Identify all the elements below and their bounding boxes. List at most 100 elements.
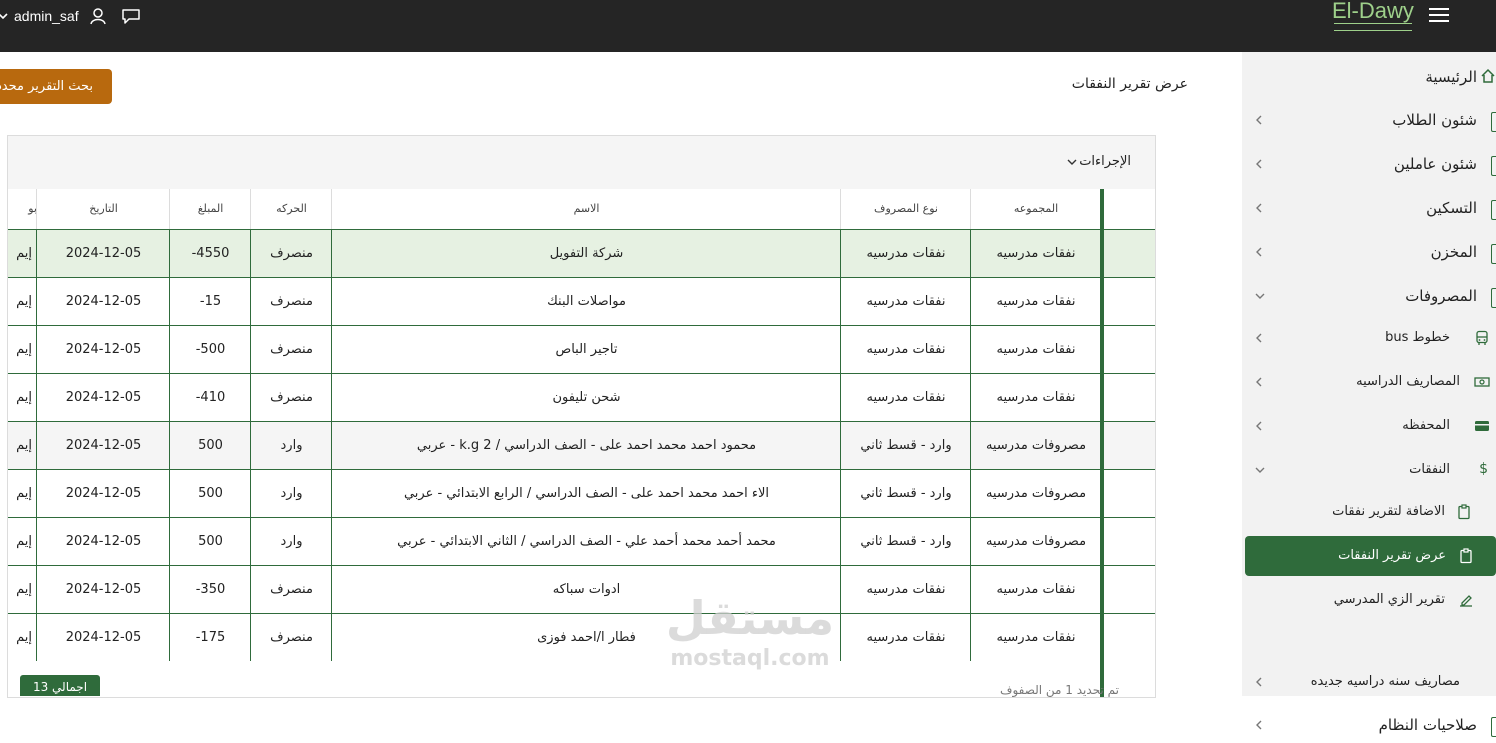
chevron-down-icon: [1255, 467, 1265, 473]
page-title: عرض تقرير النفقات: [1071, 76, 1188, 92]
table-cell: نفقات مدرسيه: [840, 326, 971, 373]
home-icon: [1481, 68, 1495, 83]
sidebar-item-label: خطوط bus: [1385, 330, 1450, 345]
sidebar-subitem-tuition[interactable]: المصاريف الدراسيه: [1242, 364, 1496, 400]
folder-icon: [1491, 244, 1496, 264]
sidebar-subitem-spending[interactable]: النفقات $: [1242, 452, 1496, 488]
table-cell: وارد: [250, 470, 332, 517]
table-cell: نفقات مدرسيه: [970, 230, 1101, 277]
table-row[interactable]: مصروفات مدرسيه وارد - قسط ثاني محمد أحمد م…: [8, 517, 1155, 566]
table-cell: 2024-12-05: [36, 470, 170, 517]
table-cell: نفقات مدرسيه: [970, 326, 1101, 373]
logo[interactable]: El-Dawy: [1332, 0, 1414, 34]
table-cell: نفقات مدرسيه: [970, 374, 1101, 421]
table-cell: 2024-12-05: [36, 518, 170, 565]
sidebar-subitem-add-spending-report[interactable]: الاضافة لتقرير نفقات: [1242, 494, 1496, 530]
bus-icon: [1476, 330, 1488, 345]
chevron-down-icon[interactable]: [0, 10, 8, 22]
table-cell: 2024-12-05: [36, 278, 170, 325]
table-cell: مواصلات البنك: [331, 278, 841, 325]
chevron-left-icon: [1256, 115, 1262, 125]
sidebar-item-label: النفقات: [1409, 462, 1450, 477]
table-cell: -175: [169, 614, 251, 661]
column-header[interactable]: الحركه: [250, 189, 332, 229]
dollar-icon: $: [1479, 461, 1488, 477]
table-cell: منصرف: [250, 230, 332, 277]
sidebar-item-label: التسكين: [1426, 199, 1477, 217]
expenses-table-panel: الإجراءات المجموعه نوع المصروف الاسم الح…: [7, 135, 1156, 698]
table-cell: وارد - قسط ثاني: [840, 422, 971, 469]
table-cell: مصروفات مدرسيه: [970, 470, 1101, 517]
column-header[interactable]: نوع المصروف: [840, 189, 971, 229]
table-cell: -15: [169, 278, 251, 325]
column-header[interactable]: الاسم: [331, 189, 841, 229]
wallet-icon: [1475, 421, 1489, 431]
sidebar-item-label: المصاريف الدراسيه: [1356, 374, 1460, 389]
sidebar-item-housing[interactable]: التسكين: [1242, 190, 1496, 226]
table-row[interactable]: نفقات مدرسيه نفقات مدرسيه مواصلات البنك منص…: [8, 277, 1155, 326]
chat-icon[interactable]: [121, 7, 141, 25]
sidebar-item-expenses[interactable]: المصروفات: [1242, 278, 1496, 314]
logo-underline: [1334, 23, 1412, 31]
table-cell: 2024-12-05: [36, 326, 170, 373]
table-cell: مصروفات مدرسيه: [970, 422, 1101, 469]
sidebar-item-label: المخزن: [1430, 243, 1477, 261]
sidebar-subitem-new-year-fees[interactable]: مصاريف سنه دراسيه جديده: [1242, 664, 1496, 700]
table-row[interactable]: نفقات مدرسيه نفقات مدرسيه ادوات سباكه منصرف…: [8, 565, 1155, 614]
cash-icon: [1474, 377, 1490, 387]
table-cell: نفقات مدرسيه: [970, 566, 1101, 613]
total-button[interactable]: اجمالي 13: [20, 675, 100, 696]
column-header[interactable]: المجموعه: [970, 189, 1101, 229]
table-cell: نفقات مدرسيه: [970, 614, 1101, 661]
menu-icon[interactable]: [1429, 8, 1449, 22]
panel-header: الإجراءات: [8, 136, 1155, 190]
table-cell: نفقات مدرسيه: [840, 278, 971, 325]
table-cell: 2024-12-05: [36, 374, 170, 421]
table-cell: مصروفات مدرسيه: [970, 518, 1101, 565]
sidebar-subitem-spending-report-active[interactable]: عرض تقرير النفقات: [1245, 536, 1496, 576]
sidebar-item-label: شئون عاملين: [1393, 155, 1477, 173]
column-header[interactable]: التاريخ: [36, 189, 170, 229]
sidebar-item-label: الاضافة لتقرير نفقات: [1332, 504, 1445, 519]
table-header: المجموعه نوع المصروف الاسم الحركه المبلغ…: [8, 189, 1155, 229]
table-cell: نفقات مدرسيه: [840, 614, 971, 661]
column-header[interactable]: بو: [8, 189, 41, 229]
table-row[interactable]: نفقات مدرسيه نفقات مدرسيه تاجير الباص منصرف…: [8, 325, 1155, 374]
sidebar-item-label: الرئيسية: [1425, 68, 1477, 86]
sidebar-item-employees[interactable]: شئون عاملين: [1242, 146, 1496, 182]
table-row[interactable]: مصروفات مدرسيه وارد - قسط ثاني الاء احمد م…: [8, 469, 1155, 518]
sidebar-item-home[interactable]: الرئيسية: [1242, 59, 1496, 95]
table-cell: شحن تليفون: [331, 374, 841, 421]
table-cell: منصرف: [250, 374, 332, 421]
table-cell: 500: [169, 422, 251, 469]
table-cell: 500: [169, 518, 251, 565]
sidebar-item-label: شئون الطلاب: [1392, 111, 1477, 129]
user-icon[interactable]: [89, 7, 107, 25]
sidebar-item-students[interactable]: شئون الطلاب: [1242, 102, 1496, 138]
top-bar: admin_saf El-Dawy: [0, 0, 1496, 52]
chevron-left-icon: [1256, 333, 1262, 343]
sidebar-subitem-wallet[interactable]: المحفظه: [1242, 408, 1496, 444]
folder-icon: [1491, 717, 1496, 737]
table-row[interactable]: مصروفات مدرسيه وارد - قسط ثاني محمود احمد …: [8, 421, 1155, 470]
search-report-button[interactable]: بحث التقرير محدد: [0, 69, 112, 104]
chevron-left-icon: [1256, 421, 1262, 431]
table-cell: 500: [169, 470, 251, 517]
sidebar-subitem-bus[interactable]: خطوط bus: [1242, 320, 1496, 356]
table-row[interactable]: نفقات مدرسيه نفقات مدرسيه شركة التفويل منصر…: [8, 229, 1155, 278]
user-menu[interactable]: admin_saf: [0, 0, 141, 32]
sidebar-subitem-uniform-report[interactable]: تقرير الزي المدرسي: [1242, 582, 1496, 618]
table-row[interactable]: نفقات مدرسيه نفقات مدرسيه شحن تليفون منصرف -…: [8, 373, 1155, 422]
actions-dropdown[interactable]: الإجراءات: [1067, 154, 1131, 169]
table-cell: -4550: [169, 230, 251, 277]
table-cell: 2024-12-05: [36, 230, 170, 277]
table-cell: 2024-12-05: [36, 614, 170, 661]
table-row[interactable]: نفقات مدرسيه نفقات مدرسيه فطار ا/احمد فوزى…: [8, 613, 1155, 662]
column-header[interactable]: المبلغ: [169, 189, 251, 229]
sidebar-item-warehouse[interactable]: المخزن: [1242, 234, 1496, 270]
selection-status: تم تحديد 1 من الصفوف: [1000, 683, 1119, 697]
table-cell: -500: [169, 326, 251, 373]
sidebar-item-permissions[interactable]: صلاحيات النظام: [1242, 707, 1496, 743]
chevron-left-icon: [1256, 677, 1262, 687]
username[interactable]: admin_saf: [14, 8, 79, 24]
